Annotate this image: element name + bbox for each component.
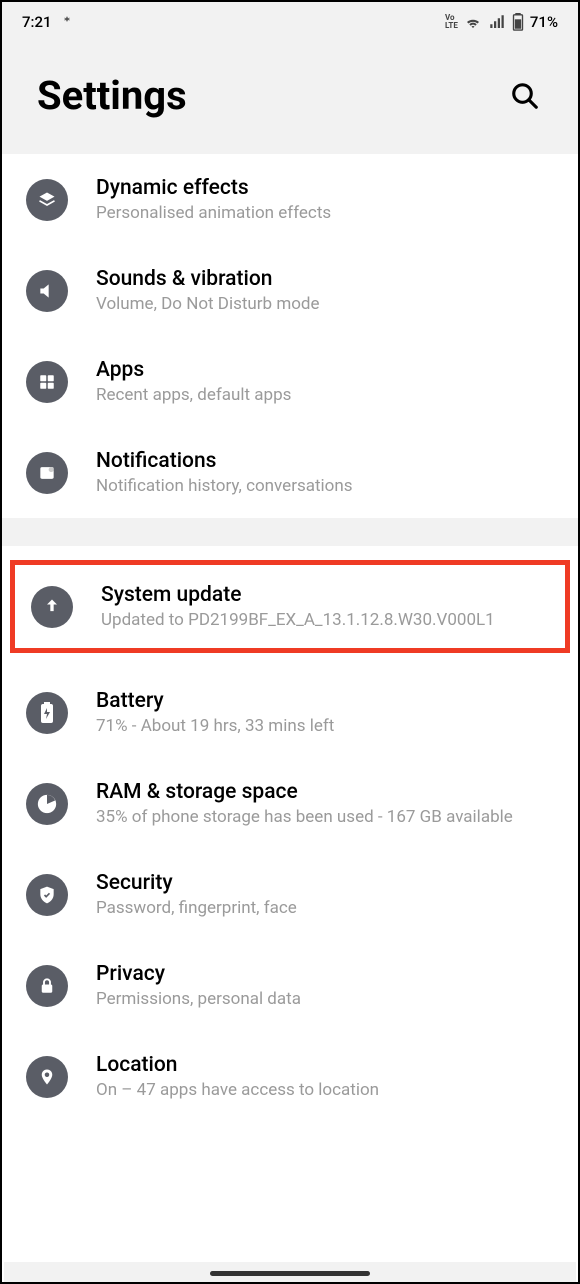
item-subtitle: Volume, Do Not Disturb mode [96, 294, 554, 314]
item-title: Battery [96, 689, 554, 713]
item-subtitle: On – 47 apps have access to location [96, 1080, 554, 1100]
settings-item-sounds[interactable]: Sounds & vibration Volume, Do Not Distur… [2, 245, 578, 336]
battery-icon [26, 692, 68, 734]
item-title: Notifications [96, 449, 554, 473]
volte-icon: VoLTE [445, 14, 458, 30]
settings-item-system-update[interactable]: System update Updated to PD2199BF_EX_A_1… [15, 565, 565, 648]
signal-icon [488, 13, 506, 31]
item-title: Location [96, 1053, 554, 1077]
section-divider [2, 518, 578, 546]
layers-icon [26, 179, 68, 221]
item-subtitle: 71% - About 19 hrs, 33 mins left [96, 716, 554, 736]
shield-icon [26, 874, 68, 916]
item-subtitle: Updated to PD2199BF_EX_A_13.1.12.8.W30.V… [101, 610, 549, 630]
item-title: Privacy [96, 962, 554, 986]
item-title: Security [96, 871, 554, 895]
item-subtitle: Permissions, personal data [96, 989, 554, 1009]
item-title: Dynamic effects [96, 176, 554, 200]
settings-item-security[interactable]: Security Password, fingerprint, face [2, 849, 578, 940]
item-subtitle: 35% of phone storage has been used - 167… [96, 807, 554, 827]
apps-icon [26, 361, 68, 403]
item-subtitle: Notification history, conversations [96, 476, 554, 496]
speaker-icon [26, 270, 68, 312]
highlight-system-update: System update Updated to PD2199BF_EX_A_1… [10, 560, 570, 653]
status-bar: 7:21 VoLTE 71% [2, 2, 578, 42]
battery-percent: 71% [530, 13, 558, 31]
status-time: 7:21 [22, 13, 52, 31]
item-subtitle: Recent apps, default apps [96, 385, 554, 405]
page-title: Settings [37, 72, 187, 119]
settings-item-dynamic-effects[interactable]: Dynamic effects Personalised animation e… [2, 154, 578, 245]
settings-item-location[interactable]: Location On – 47 apps have access to loc… [2, 1031, 578, 1122]
navigation-pill[interactable] [210, 1271, 370, 1276]
item-title: RAM & storage space [96, 780, 554, 804]
settings-header: Settings [2, 42, 578, 154]
settings-item-ram-storage[interactable]: RAM & storage space 35% of phone storage… [2, 758, 578, 849]
notification-icon [26, 452, 68, 494]
wifi-icon [464, 13, 482, 31]
item-title: Apps [96, 358, 554, 382]
item-subtitle: Password, fingerprint, face [96, 898, 554, 918]
item-title: System update [101, 583, 549, 607]
search-icon [510, 81, 540, 111]
alarm-icon [60, 15, 74, 29]
lock-icon [26, 965, 68, 1007]
item-subtitle: Personalised animation effects [96, 203, 554, 223]
storage-icon [26, 783, 68, 825]
location-icon [26, 1056, 68, 1098]
settings-item-apps[interactable]: Apps Recent apps, default apps [2, 336, 578, 427]
battery-icon [512, 13, 524, 31]
settings-item-privacy[interactable]: Privacy Permissions, personal data [2, 940, 578, 1031]
item-title: Sounds & vibration [96, 267, 554, 291]
settings-item-battery[interactable]: Battery 71% - About 19 hrs, 33 mins left [2, 667, 578, 758]
settings-item-notifications[interactable]: Notifications Notification history, conv… [2, 427, 578, 518]
update-icon [31, 586, 73, 628]
search-button[interactable] [507, 78, 543, 114]
